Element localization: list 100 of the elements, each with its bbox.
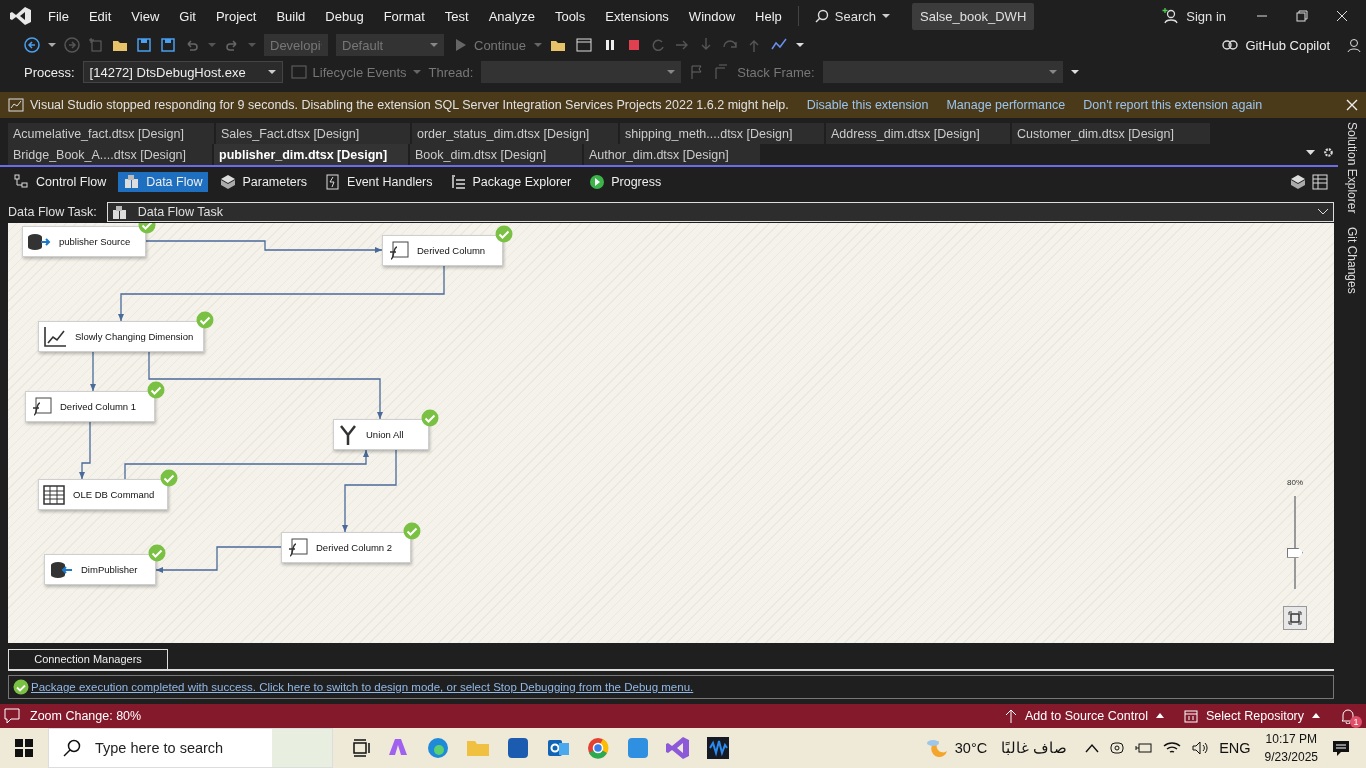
close-icon[interactable] <box>1346 99 1358 111</box>
component-node[interactable]: publisher Source <box>22 226 146 257</box>
notification-icon[interactable] <box>1332 739 1350 757</box>
visual-studio-icon[interactable] <box>665 735 691 761</box>
store-icon[interactable] <box>505 735 531 761</box>
designer-tab[interactable]: Parameters <box>214 172 314 192</box>
search-input[interactable]: Type here to search <box>93 739 257 757</box>
restart-icon[interactable] <box>650 37 667 53</box>
wifi-icon[interactable] <box>1163 740 1182 756</box>
menu-item[interactable]: View <box>121 8 170 24</box>
menu-item[interactable]: Tools <box>544 8 596 24</box>
task-view-icon[interactable] <box>351 738 371 758</box>
menu-item[interactable]: Window <box>678 8 746 24</box>
clock[interactable]: 10:17 PM 9/23/2025 <box>1264 730 1318 766</box>
settings-icon[interactable] <box>1323 147 1334 158</box>
zoom-slider-thumb[interactable] <box>1287 547 1303 558</box>
menu-item[interactable]: Edit <box>78 8 122 24</box>
document-tab[interactable]: Customer_dim.dtsx [Design] <box>1012 123 1210 144</box>
connector-arrow[interactable] <box>155 546 282 573</box>
photos-icon[interactable] <box>625 735 651 761</box>
process-dropdown[interactable]: [14272] DtsDebugHost.exe <box>82 61 283 83</box>
menu-item[interactable]: Format <box>373 8 435 24</box>
lifecycle-events-button[interactable]: Lifecycle Events <box>290 64 421 80</box>
side-tab[interactable]: Git Changes <box>1345 227 1359 295</box>
close-icon[interactable] <box>1336 10 1348 22</box>
task-dropdown[interactable]: Data Flow Task <box>106 202 1334 222</box>
chrome-icon[interactable] <box>585 735 611 761</box>
add-to-source-control-button[interactable]: Add to Source Control <box>1005 709 1165 723</box>
side-tab[interactable]: Solution Explorer <box>1345 122 1359 214</box>
save-icon[interactable] <box>136 37 152 53</box>
document-tab[interactable]: Acumelative_fact.dtsx [Design] <box>8 123 214 144</box>
moon-cloud-icon <box>924 737 947 759</box>
table-icon[interactable] <box>1312 174 1328 190</box>
document-tab[interactable]: Author_dim.dtsx [Design] <box>584 144 760 165</box>
save-all-icon[interactable] <box>160 37 176 53</box>
connector-arrow[interactable] <box>342 449 397 533</box>
menu-item[interactable]: Test <box>434 8 479 24</box>
component-node[interactable]: Derived Column <box>382 235 503 266</box>
connector-arrow[interactable] <box>79 421 91 480</box>
waveform-app-icon[interactable] <box>705 735 731 761</box>
select-repository-button[interactable]: Select Repository <box>1184 709 1320 723</box>
connector-arrow[interactable] <box>124 449 369 480</box>
connection-managers-tab[interactable]: Connection Managers <box>8 649 168 669</box>
document-tab[interactable]: publisher_dim.dtsx [Design] <box>214 144 408 165</box>
menu-item[interactable]: Build <box>266 8 316 24</box>
designer-tab[interactable]: Progress <box>583 172 668 192</box>
edge-icon[interactable] <box>425 735 451 761</box>
box-icon[interactable] <box>1290 174 1306 190</box>
component-node[interactable]: Slowly Changing Dimension <box>38 321 204 352</box>
continue-button[interactable]: Continue <box>452 37 527 53</box>
connector-arrow[interactable] <box>148 351 383 420</box>
camera-icon[interactable] <box>1109 740 1126 756</box>
document-tab[interactable]: Book_dim.dtsx [Design] <box>410 144 582 165</box>
connector-arrow[interactable] <box>90 351 96 392</box>
component-node[interactable]: Union All <box>333 419 429 450</box>
design-canvas[interactable]: publisher Source Derived Column Slowly Changing Dimension Derived Column 1 Union All OLE DB Command Derived Column 2 DimPublisher 80% <box>8 223 1334 643</box>
designer-tab[interactable]: Control Flow <box>8 172 113 192</box>
document-tab[interactable]: Bridge_Book_A....dtsx [Design] <box>8 144 212 165</box>
connector-arrow[interactable] <box>118 265 445 322</box>
windows-logo-icon[interactable] <box>15 739 33 757</box>
sign-in-button[interactable]: Sign in <box>1162 8 1226 24</box>
component-node[interactable]: OLE DB Command <box>38 479 168 510</box>
redo-icon[interactable] <box>224 37 240 53</box>
solution-name[interactable]: Salse_book_DWH <box>912 2 1035 30</box>
bell-icon[interactable] <box>1340 708 1356 724</box>
battery-plug-icon[interactable] <box>1135 741 1154 755</box>
connector-arrow[interactable] <box>145 240 383 253</box>
menu-item[interactable]: Analyze <box>478 8 545 24</box>
component-node[interactable]: DimPublisher <box>44 554 156 585</box>
feedback-icon[interactable] <box>1346 37 1362 53</box>
menu-item[interactable]: Help <box>745 8 792 24</box>
info-link[interactable]: Disable this extension <box>806 98 929 112</box>
menu-item[interactable]: Extensions <box>595 8 679 24</box>
designer-tab[interactable]: Event Handlers <box>319 172 439 192</box>
search-button[interactable]: Search <box>804 8 901 24</box>
menu-item[interactable]: File <box>38 8 79 24</box>
document-tab[interactable]: Sales_Fact.dtsx [Design] <box>216 123 410 144</box>
info-link[interactable]: Manage performance <box>946 98 1066 112</box>
document-tab[interactable]: order_status_dim.dtsx [Design] <box>412 123 618 144</box>
back-icon[interactable] <box>24 37 40 53</box>
taskbar-search-field[interactable]: Type here to search <box>48 728 333 768</box>
document-tab[interactable]: shipping_meth....dtsx [Design] <box>620 123 824 144</box>
designer-tab[interactable]: Data Flow <box>118 172 209 192</box>
copilot-button[interactable]: GitHub Copilot <box>1221 37 1330 53</box>
menu-item[interactable]: Project <box>205 8 267 24</box>
window-icon[interactable] <box>576 37 595 53</box>
language-indicator[interactable]: ENG <box>1219 740 1251 756</box>
chevron-up-icon[interactable] <box>1085 743 1100 753</box>
undo-icon[interactable] <box>184 37 200 53</box>
menu-item[interactable]: Debug <box>315 8 374 24</box>
component-node[interactable]: Derived Column 1 <box>25 391 155 422</box>
restore-icon[interactable] <box>1296 10 1308 22</box>
lightning-page-icon <box>325 174 342 190</box>
document-tab[interactable]: Address_dim.dtsx [Design] <box>826 123 1010 144</box>
speaker-icon[interactable] <box>1191 740 1210 756</box>
component-node[interactable]: Derived Column 2 <box>281 532 411 563</box>
menu-item[interactable]: Git <box>169 8 206 24</box>
fit-view-button[interactable] <box>1283 606 1307 630</box>
info-link[interactable]: Don't report this extension again <box>1083 98 1263 112</box>
designer-tab[interactable]: Package Explorer <box>444 172 578 192</box>
